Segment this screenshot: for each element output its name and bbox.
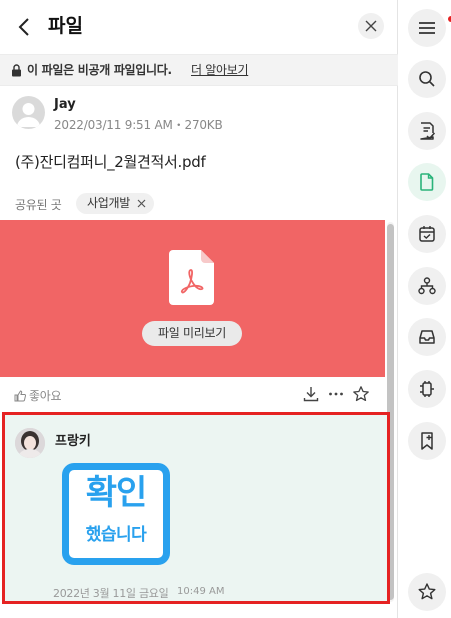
calendar-check-icon [419,226,435,242]
author-name[interactable]: Jay [54,97,76,112]
chevron-left-icon [18,18,29,36]
notice-text: 이 파일은 비공개 파일입니다. [27,63,172,77]
right-sidebar [399,0,451,618]
shared-topic-chip[interactable]: 사업개발 [76,193,154,214]
file-name: (주)잔디컴퍼니_2월견적서.pdf [15,153,206,171]
avatar[interactable] [15,428,45,458]
search-button[interactable] [408,60,446,98]
panel-header: 파일 [0,0,398,54]
calendar-button[interactable] [408,215,446,253]
private-notice: 이 파일은 비공개 파일입니다. 더 알아보기 [0,54,398,86]
star-icon[interactable] [352,385,370,403]
search-icon [419,71,435,87]
close-icon[interactable] [137,199,146,208]
connector-icon [420,381,434,397]
inbox-button[interactable] [408,318,446,356]
like-button[interactable]: 좋아요 [14,387,62,404]
menu-button[interactable] [408,9,451,47]
connect-button[interactable] [408,370,446,408]
avatar[interactable] [12,96,45,129]
star-icon [418,583,436,600]
organization-button[interactable] [408,267,446,305]
comment-time: 10:49 AM [177,586,225,597]
note-check-icon [420,122,436,140]
file-detail-panel: 파일 이 파일은 비공개 파일입니다. 더 알아보기 Jay 2022/03/1… [0,0,398,618]
file-meta: 2022/03/11 9:51 AM・270KB [54,118,223,132]
menu-icon [419,22,435,34]
preview-file-button[interactable]: 파일 미리보기 [142,321,242,346]
comment-item: 프랑키 확인 했습니다 2022년 3월 11일 금요일 10:49 AM [2,412,390,604]
learn-more-link[interactable]: 더 알아보기 [191,63,249,78]
more-icon[interactable] [327,385,345,403]
sticker-text-line2: 했습니다 [85,525,147,545]
thumbs-up-icon [14,390,27,402]
file-icon [420,173,434,191]
like-label: 좋아요 [29,389,62,403]
user-silhouette-icon [17,103,40,127]
sticker-text-line1: 확인 [85,473,148,513]
close-button[interactable] [358,13,384,39]
files-button[interactable] [408,163,446,201]
org-chart-icon [418,277,436,295]
download-icon[interactable] [302,385,320,403]
comment-author[interactable]: 프랑키 [55,430,91,449]
file-preview[interactable]: 파일 미리보기 [0,220,385,377]
file-actions-bar: 좋아요 [0,380,385,408]
comment-date: 2022년 3월 11일 금요일 [53,587,169,600]
lock-icon [12,64,21,77]
notes-button[interactable] [408,112,446,150]
close-icon [365,20,377,32]
confirmed-sticker: 확인 했습니다 [62,463,170,565]
shared-topic-label: 사업개발 [87,196,130,210]
profile-photo-icon [15,428,45,458]
inbox-icon [419,330,435,344]
bookmark-add-icon [421,432,433,450]
bookmark-button[interactable] [408,422,446,460]
shared-label: 공유된 곳 [15,198,62,212]
back-button[interactable] [12,14,38,40]
favorites-button[interactable] [408,573,446,611]
pdf-file-icon [169,250,214,305]
page-title: 파일 [48,15,83,37]
